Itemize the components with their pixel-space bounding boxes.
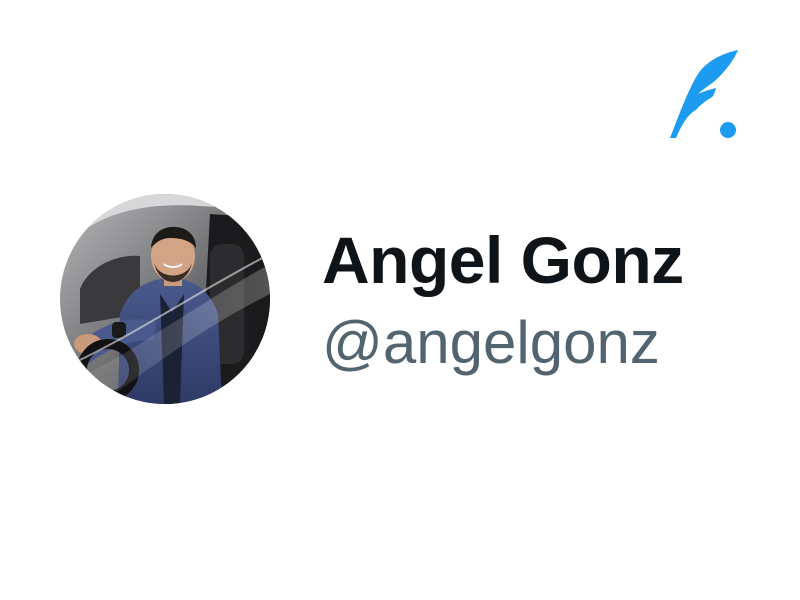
profile-identity: Angel Gonz @angelgonz xyxy=(322,222,682,378)
user-handle[interactable]: @angelgonz xyxy=(322,308,682,378)
profile-card: Angel Gonz @angelgonz xyxy=(0,0,800,600)
avatar[interactable] xyxy=(60,194,270,404)
display-name[interactable]: Angel Gonz xyxy=(322,222,682,298)
feather-quill-icon xyxy=(668,48,740,140)
